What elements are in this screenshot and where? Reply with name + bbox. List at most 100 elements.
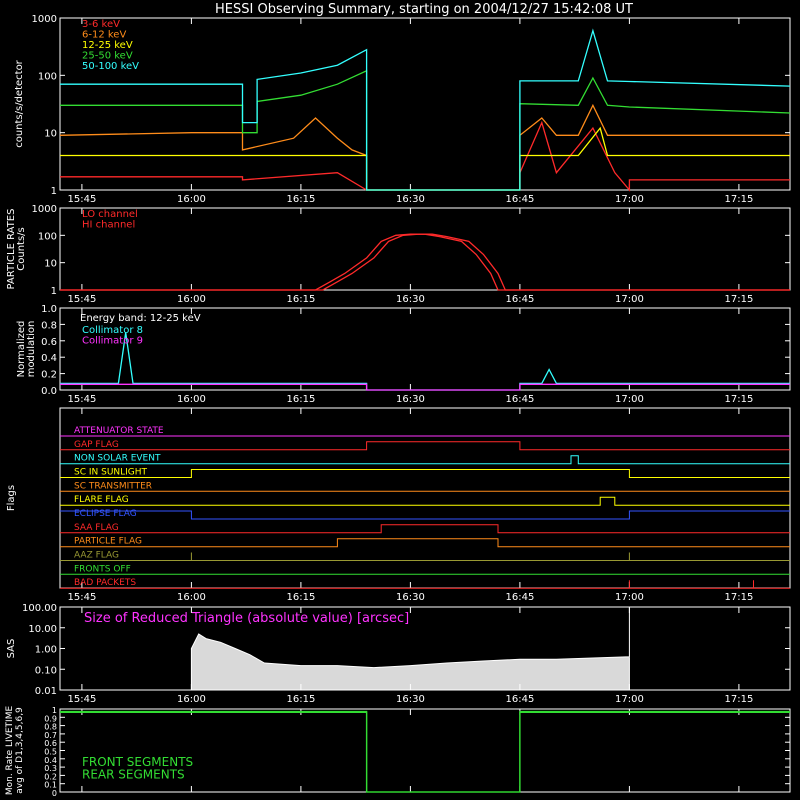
x-tick-label: 16:30 (396, 694, 425, 705)
y-axis-label: avg of D1,3,4,5,6,9 (15, 707, 25, 794)
x-tick-label: 16:45 (505, 394, 534, 405)
flag-line (60, 510, 790, 520)
flag-line (60, 455, 790, 465)
y-tick-label: 1 (51, 286, 57, 297)
plot-frame (59, 207, 791, 291)
series-line (60, 69, 791, 191)
x-tick-label: 15:45 (67, 394, 96, 405)
x-tick-label: 16:00 (177, 394, 206, 405)
series-line (60, 126, 790, 191)
x-tick-label: 16:00 (177, 694, 206, 705)
flag-label: ATTENUATOR STATE (74, 426, 164, 436)
x-tick-label: 17:15 (724, 394, 753, 405)
x-tick-label: 16:45 (505, 294, 534, 305)
legend-entry: REAR SEGMENTS (82, 768, 185, 782)
y-tick-label: 1.00 (35, 645, 57, 656)
x-tick-label: 17:00 (615, 592, 644, 603)
series-line (60, 383, 790, 391)
x-tick-label: 16:45 (505, 592, 534, 603)
y-tick-label: 100.00 (22, 603, 57, 614)
y-tick-label: 0.01 (35, 686, 57, 697)
legend-entry: HI channel (82, 220, 135, 231)
flag-label: ECLIPSE FLAG (74, 509, 137, 519)
panel-modulation: 0.0 0.2 0.4 0.6 0.8 1.0 15:45 16:00 16:15 16:30 16… (16, 304, 791, 405)
series-line (60, 332, 790, 391)
y-tick-label: 0.3 (44, 764, 57, 773)
series-line (60, 233, 790, 291)
flag-label: PARTICLE FLAG (74, 537, 142, 547)
x-tick-label: 16:45 (505, 694, 534, 705)
y-axis-label: SAS (6, 639, 17, 659)
x-tick-label: 17:00 (615, 294, 644, 305)
x-tick-label: 16:15 (286, 194, 315, 205)
x-tick-label: 16:15 (286, 592, 315, 603)
y-tick-label: 0.5 (44, 748, 57, 757)
y-tick-label: 0.2 (41, 370, 57, 381)
y-axis-label: Flags (6, 485, 17, 511)
x-tick-label: 15:45 (67, 694, 96, 705)
x-tick-label: 16:00 (177, 592, 206, 603)
legend-entry: 50-100 keV (82, 61, 139, 72)
observing-summary-figure: HESSI Observing Summary, starting on 200… (5, 2, 791, 798)
y-axis-label: Mon. Rate LIVETIME (5, 706, 15, 796)
flag-label: FLARE FLAG (74, 495, 129, 505)
flag-line (60, 538, 790, 548)
x-tick-label: 16:15 (286, 394, 315, 405)
x-tick-label: 16:30 (396, 194, 425, 205)
y-tick-label: 10 (44, 129, 57, 140)
plot-frame (59, 17, 791, 191)
y-tick-label: 10 (44, 259, 57, 270)
x-tick-label: 16:45 (505, 194, 534, 205)
x-tick-label: 16:15 (286, 294, 315, 305)
x-tick-label: 17:15 (724, 294, 753, 305)
flag-label: SAA FLAG (74, 523, 119, 533)
x-tick-label: 17:15 (724, 194, 753, 205)
y-axis-label: counts/s/detector (14, 59, 25, 147)
x-tick-label: 17:15 (724, 694, 753, 705)
y-tick-label: 1.0 (41, 304, 57, 315)
series-line (60, 28, 791, 191)
y-tick-label: 0.4 (44, 756, 57, 765)
flag-line (60, 441, 790, 451)
y-tick-label: 0.6 (44, 739, 57, 748)
x-tick-label: 15:45 (67, 294, 96, 305)
legend-entry: LO channel (82, 209, 138, 220)
y-tick-label: 0.8 (44, 723, 57, 732)
y-tick-label: 0.1 (44, 781, 57, 790)
y-tick-label: 100 (38, 71, 57, 82)
flag-label: SC IN SUNLIGHT (74, 468, 148, 478)
legend-entry: 25-50 keV (82, 51, 133, 62)
figure-title: HESSI Observing Summary, starting on 200… (215, 2, 633, 17)
y-tick-label: 0.10 (35, 665, 57, 676)
x-tick-label: 15:45 (67, 592, 96, 603)
y-axis-label: Counts/s (16, 227, 27, 271)
flag-line (60, 469, 790, 478)
y-axis-label: modulation (26, 321, 37, 378)
flag-line (60, 580, 790, 589)
x-tick-label: 16:30 (396, 394, 425, 405)
legend-entry: 12-25 keV (82, 40, 133, 51)
x-tick-label: 17:00 (615, 194, 644, 205)
panel-annotation: Energy band: 12-25 keV (80, 313, 201, 324)
y-tick-label: 1 (51, 186, 57, 197)
x-tick-label: 15:45 (67, 194, 96, 205)
legend-entry: Collimator 8 (82, 325, 143, 336)
x-tick-label: 16:30 (396, 294, 425, 305)
y-tick-label: 0 (52, 789, 57, 798)
panel-particle: 1 10 100 1000 15:45 16:00 16:15 16:30 16:45 17:00… (6, 204, 791, 305)
flag-label: NON SOLAR EVENT (74, 454, 161, 464)
y-tick-label: 10.00 (28, 624, 57, 635)
panel-counts: 1 10 100 1000 15:45 16:00 16:15 16:30 16:45 17:00… (14, 14, 791, 205)
legend-entry: Collimator 9 (82, 336, 143, 347)
series-line (60, 233, 790, 291)
legend-entry: 3-6 keV (82, 19, 120, 30)
panel-annotation: Size of Reduced Triangle (absolute value… (84, 611, 409, 626)
flag-label: BAD PACKETS (74, 578, 136, 588)
flag-label: SC TRANSMITTER (74, 481, 152, 491)
flag-label: FRONTS OFF (74, 564, 131, 574)
x-tick-label: 17:15 (724, 592, 753, 603)
y-tick-label: 0.6 (41, 337, 57, 348)
y-tick-label: 1000 (32, 14, 57, 25)
panel-sas: 0.01 0.10 1.00 10.00 100.00 15:45 16:00 16:15 16… (6, 603, 791, 705)
x-tick-label: 16:00 (177, 194, 206, 205)
